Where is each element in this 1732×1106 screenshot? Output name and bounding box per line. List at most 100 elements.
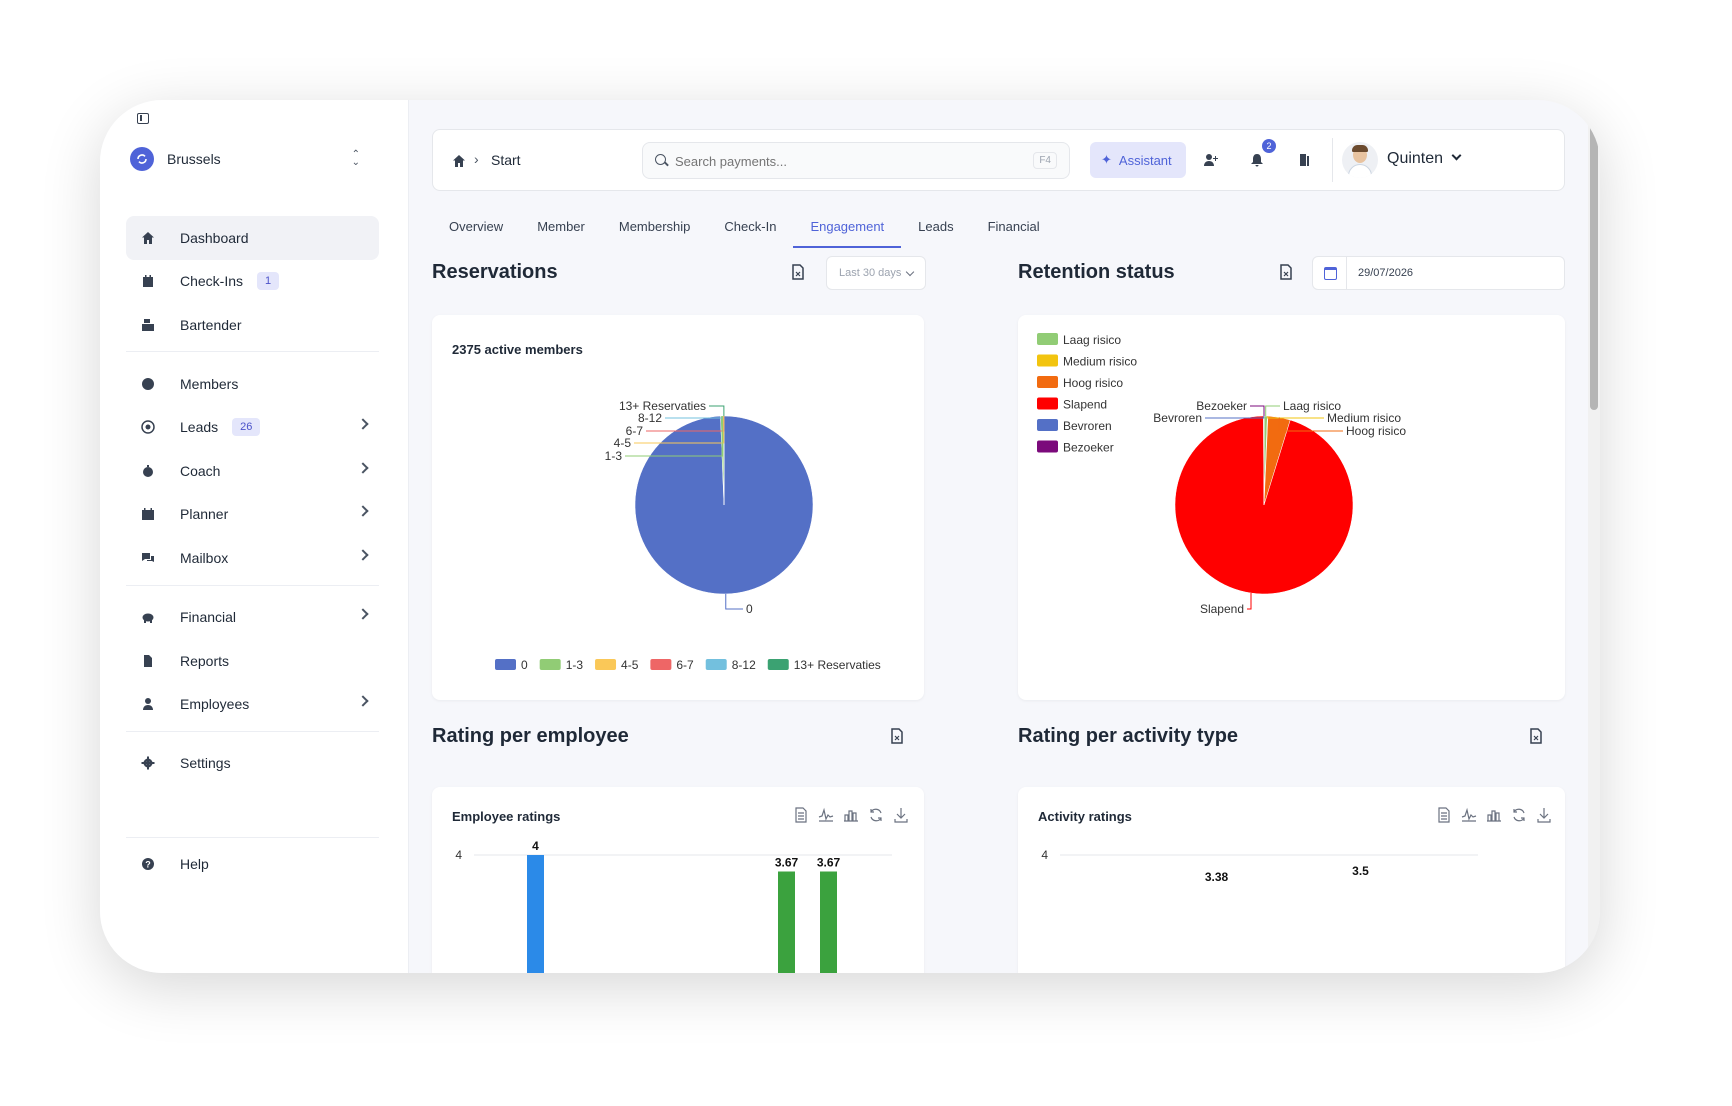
legend-label: 13+ Reservaties (794, 658, 881, 672)
legend-swatch (705, 659, 727, 670)
bar-data-label: 3.5 (1352, 864, 1369, 878)
retention-title: Retention status (1018, 261, 1175, 283)
retention-card: Laag risico Medium risico Hoog risico Slape… (1018, 315, 1565, 700)
legend-swatch (1037, 397, 1058, 410)
export-doc-icon[interactable] (890, 728, 904, 744)
period-select[interactable]: Last 30 days (826, 256, 926, 290)
bar (820, 871, 837, 973)
location-switcher[interactable]: Brussels ⌃ ⌄ (130, 146, 360, 172)
sidebar-item-settings[interactable]: Settings (126, 741, 379, 785)
reservations-pie-chart: 13+ Reservaties8-126-74-51-300 1-3 4-5 6-7 8… (495, 399, 881, 672)
rating-employee-title: Rating per employee (432, 725, 629, 747)
pie-label: Bezoeker (1196, 399, 1247, 413)
search-box[interactable]: F4 (642, 142, 1070, 179)
user-tie-icon (140, 696, 156, 712)
legend-swatch (1037, 440, 1058, 453)
home-icon (140, 230, 156, 246)
legend-swatch (767, 659, 789, 670)
tab-member[interactable]: Member (520, 208, 602, 248)
period-select-value: Last 30 days (839, 267, 902, 279)
chevron-right-icon (357, 608, 369, 620)
avatar[interactable] (1342, 142, 1378, 178)
sidebar-item-members[interactable]: Members (126, 362, 379, 406)
tab-membership[interactable]: Membership (602, 208, 708, 248)
search-input[interactable] (675, 151, 1015, 171)
sidebar-item-reports[interactable]: Reports (126, 639, 379, 683)
legend-label: Hoog risico (1063, 376, 1123, 390)
tab-overview[interactable]: Overview (432, 208, 520, 248)
dashboard-tabs: Overview Member Membership Check-In Enga… (432, 208, 1057, 248)
breadcrumb[interactable]: Start (491, 152, 521, 168)
date-picker[interactable]: 29/07/2026 (1312, 256, 1565, 290)
sidebar-item-label: Dashboard (180, 230, 249, 246)
gear-icon (140, 755, 156, 771)
tab-check-in[interactable]: Check-In (707, 208, 793, 248)
bar-data-label: 4 (532, 839, 539, 853)
sidebar-divider (126, 351, 379, 352)
sidebar-item-check-ins[interactable]: Check-Ins 1 (126, 259, 379, 303)
bar (527, 855, 544, 973)
sidebar-item-coach[interactable]: Coach (126, 449, 379, 493)
check-ins-count-badge: 1 (257, 272, 280, 290)
sidebar-item-label: Leads (180, 419, 219, 435)
sidebar-item-dashboard[interactable]: Dashboard (126, 216, 379, 260)
home-icon[interactable] (451, 153, 467, 169)
sidebar-item-mailbox[interactable]: Mailbox (126, 536, 379, 580)
retention-pie-chart: Laag risicoMedium risicoHoog risicoSlape… (1037, 333, 1406, 616)
chevron-right-icon (357, 462, 369, 474)
sidebar-item-label: Members (180, 376, 239, 392)
assistant-button[interactable]: ✦ Assistant (1090, 142, 1186, 178)
user-name[interactable]: Quinten (1387, 150, 1443, 168)
magic-wand-icon: ✦ (1101, 152, 1112, 167)
pie-label-line (725, 593, 743, 610)
notification-count-badge: 2 (1262, 139, 1276, 153)
stopwatch-icon (140, 463, 156, 479)
door-exit-icon[interactable] (1296, 152, 1312, 168)
sidebar-item-help[interactable]: ? Help (126, 842, 379, 886)
sidebar-toggle-icon[interactable] (137, 113, 149, 124)
rating-activity-title: Rating per activity type (1018, 725, 1239, 747)
export-doc-icon[interactable] (1279, 264, 1293, 280)
export-doc-icon[interactable] (1529, 728, 1543, 744)
bar-data-label: 3.67 (817, 856, 841, 870)
sidebar-item-financial[interactable]: Financial (126, 595, 379, 639)
chat-icon (140, 550, 156, 566)
chevron-down-icon[interactable] (1451, 150, 1462, 161)
add-user-icon[interactable] (1203, 152, 1219, 168)
breadcrumb-separator-icon: › (474, 151, 479, 167)
topbar-divider (1332, 138, 1333, 182)
legend-swatch (595, 659, 617, 670)
legend-swatch (650, 659, 672, 670)
scrollbar[interactable] (1588, 100, 1600, 973)
tab-financial[interactable]: Financial (971, 208, 1057, 248)
tab-engagement[interactable]: Engagement (793, 208, 902, 248)
pie-label: Hoog risico (1346, 424, 1406, 438)
chevron-down-icon (906, 267, 915, 276)
sidebar-item-employees[interactable]: Employees (126, 682, 379, 726)
bar-data-label: 3.38 (1205, 870, 1229, 884)
sidebar-divider (126, 837, 379, 838)
legend-swatch (1037, 333, 1058, 345)
sidebar-item-label: Financial (180, 609, 237, 625)
sidebar-item-bartender[interactable]: Bartender (126, 303, 379, 347)
reservations-card: 2375 active members 13+ Reservaties 8-12 6… (432, 315, 924, 700)
scrollbar-thumb[interactable] (1590, 120, 1598, 410)
sidebar-item-planner[interactable]: Planner (126, 492, 379, 536)
updown-chevron-icon: ⌃ ⌄ (351, 149, 360, 168)
top-bar: › Start F4 ✦ Assistant 2 Quinten (432, 129, 1565, 191)
activity-ratings-bar-chart: 4 3.38 3.5 (1041, 848, 1478, 884)
sidebar-item-leads[interactable]: Leads 26 (126, 405, 379, 449)
sidebar-item-label: Reports (180, 653, 230, 669)
tab-leads[interactable]: Leads (901, 208, 970, 248)
export-doc-icon[interactable] (791, 264, 805, 280)
chevron-right-icon (357, 695, 369, 707)
activity-ratings-card: Activity ratings 4 3.38 3.5 (1018, 787, 1565, 973)
bell-icon[interactable] (1249, 152, 1265, 168)
question-circle-icon: ? (140, 856, 156, 872)
piggy-bank-icon (140, 609, 156, 625)
chevron-right-icon (357, 549, 369, 561)
svg-text:?: ? (145, 860, 151, 870)
app-window: Brussels ⌃ ⌄ Dashboard Check-Ins 1 Barten… (100, 100, 1600, 973)
legend-label: 6-7 (676, 658, 694, 672)
reservations-title: Reservations (432, 261, 558, 283)
